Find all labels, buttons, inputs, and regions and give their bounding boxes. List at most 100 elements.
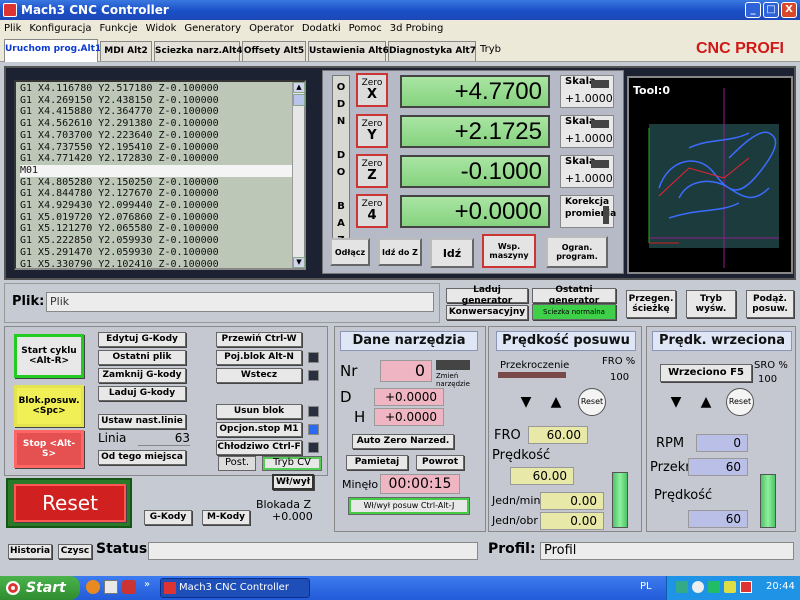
gcode-line[interactable]: M01 [20, 164, 300, 177]
reset-button[interactable]: Reset [14, 484, 126, 522]
menu-operator[interactable]: Operator [245, 23, 298, 34]
tray-icon-1[interactable] [676, 581, 688, 593]
soft-limits-button[interactable]: Ogran. program. [546, 236, 608, 268]
tool-nr-value[interactable]: 0 [380, 360, 432, 382]
tab-mdi[interactable]: MDI Alt2 [100, 41, 152, 61]
zero-y-button[interactable]: Zero Y [356, 114, 388, 148]
fro-value[interactable]: 60.00 [528, 426, 588, 444]
menu-3d-probing[interactable]: 3d Probing [386, 23, 448, 34]
tool-d-value[interactable]: +0.0000 [374, 388, 444, 406]
explorer-icon[interactable] [104, 580, 118, 594]
load-generator-button[interactable]: Laduj generator [446, 285, 528, 306]
machine-coords-button[interactable]: Wsp. maszyny [482, 234, 536, 268]
ref-home-button[interactable]: ODNDOBAZY [332, 75, 350, 263]
dro-4[interactable]: +0.0000 [400, 195, 550, 228]
minimize-button[interactable]: _ [745, 2, 761, 18]
tray-icon-5[interactable] [740, 581, 752, 593]
close-gcode-button[interactable]: Zamknij G-kody [98, 368, 186, 383]
menu-widok[interactable]: Widok [142, 23, 181, 34]
gcode-line[interactable]: G1 X4.929430 Y2.099440 Z-0.100000 [20, 200, 300, 212]
mcodes-button[interactable]: M-Kody [202, 510, 250, 525]
auto-zero-button[interactable]: Auto Zero Narzed. [352, 434, 454, 449]
regen-toolpath-button[interactable]: Przegen. ścieżkę [626, 290, 676, 318]
go-button[interactable]: Idź [430, 238, 474, 268]
scale-z[interactable]: Skala +1.0000 [560, 155, 614, 188]
gcode-line[interactable]: G1 X4.844780 Y2.127670 Z-0.100000 [20, 188, 300, 200]
quicklaunch-more-icon[interactable]: » [144, 579, 150, 590]
zero-z-button[interactable]: Zero Z [356, 154, 388, 188]
scroll-up-icon[interactable]: ▲ [293, 82, 305, 93]
firefox-icon[interactable] [86, 580, 100, 594]
gcode-line[interactable]: G1 X5.019720 Y2.076860 Z-0.100000 [20, 212, 300, 224]
offline-button[interactable]: Odłącz [330, 238, 370, 266]
zero-4-button[interactable]: Zero 4 [356, 194, 388, 228]
menu-dodatki[interactable]: Dodatki [298, 23, 345, 34]
tab-toolpath[interactable]: Sciezka narz.Alt4 [154, 41, 243, 61]
tray-icon-3[interactable] [708, 581, 720, 593]
scroll-thumb[interactable] [293, 94, 305, 106]
feed-slider[interactable] [612, 472, 628, 528]
cycle-start-button[interactable]: Start cyklu <Alt-R> [14, 334, 84, 378]
goto-z-button[interactable]: Idź do Z [378, 238, 422, 266]
spindle-speed-value[interactable]: 60 [688, 510, 748, 528]
file-field[interactable]: Plik [46, 292, 434, 312]
menu-plik[interactable]: Plik [0, 23, 25, 34]
last-generator-button[interactable]: Ostatni generator [532, 285, 616, 306]
clear-button[interactable]: Czysc [58, 544, 92, 559]
toolpath-display[interactable]: Tool:0 [627, 76, 793, 274]
normal-path-button[interactable]: Sciezka normalna [532, 304, 616, 320]
gcode-line[interactable]: G1 X5.121270 Y2.065580 Z-0.100000 [20, 223, 300, 235]
zero-x-button[interactable]: Zero X [356, 73, 388, 107]
tray-icon-2[interactable] [692, 581, 704, 593]
tool-h-value[interactable]: +0.0000 [374, 408, 444, 426]
task-mach3[interactable]: Mach3 CNC Controller [160, 578, 310, 598]
gcode-line[interactable]: G1 X5.291470 Y2.059930 Z-0.100000 [20, 247, 300, 259]
edit-gcode-button[interactable]: Edytuj G-Kody [98, 332, 186, 347]
optional-stop-button[interactable]: Opcjon.stop M1 [216, 422, 302, 437]
language-indicator[interactable]: PL [640, 581, 652, 592]
follow-feed-button[interactable]: Podąż. posuw. [746, 290, 794, 318]
feed-down-icon[interactable]: ▼ [518, 394, 534, 410]
feed-hold-button[interactable]: Blok.posuw. <Spc> [14, 385, 84, 427]
gcode-line[interactable]: G1 X4.771420 Y2.172830 Z-0.100000 [20, 153, 300, 165]
tab-diagnostics[interactable]: Diagnostyka Alt7 [388, 41, 476, 61]
spindle-down-icon[interactable]: ▼ [668, 394, 684, 410]
gcode-line[interactable]: G1 X4.116780 Y2.517180 Z-0.100000 [20, 83, 300, 95]
history-button[interactable]: Historia [8, 544, 52, 559]
remember-button[interactable]: Pamietaj [346, 455, 408, 470]
gcodes-button[interactable]: G-Kody [144, 510, 192, 525]
scroll-down-icon[interactable]: ▼ [293, 257, 305, 268]
maximize-button[interactable]: □ [763, 2, 779, 18]
menu-pomoc[interactable]: Pomoc [345, 23, 386, 34]
recent-file-button[interactable]: Ostatni plik [98, 350, 186, 365]
stop-button[interactable]: Stop <Alt-S> [14, 430, 84, 468]
set-next-line-button[interactable]: Ustaw nast.linie [98, 414, 186, 429]
feed-speed-value[interactable]: 60.00 [510, 467, 574, 485]
line-value[interactable]: 63 [138, 431, 190, 446]
spindle-slider[interactable] [760, 474, 776, 528]
rewind-button[interactable]: Przewiń Ctrl-W [216, 332, 302, 347]
menu-generatory[interactable]: Generatory [180, 23, 245, 34]
radius-correction[interactable]: Korekcja promienia [560, 195, 616, 228]
gcode-line[interactable]: G1 X4.269150 Y2.438150 Z-0.100000 [20, 95, 300, 107]
spindle-toggle-button[interactable]: Wrzeciono F5 [660, 364, 752, 382]
jog-toggle-button[interactable]: Wł/wył posuw Ctrl-Alt-J [348, 497, 470, 515]
tab-run-program[interactable]: Uruchom prog.Alt1 [4, 39, 101, 62]
close-button[interactable]: X [781, 2, 797, 18]
gcode-line[interactable]: G1 X4.703700 Y2.223640 Z-0.100000 [20, 130, 300, 142]
single-block-button[interactable]: Poj.blok Alt-N [216, 350, 302, 365]
coolant-button[interactable]: Chłodziwo Ctrl-F [216, 440, 302, 455]
gcode-line[interactable]: G1 X4.737550 Y2.195410 Z-0.100000 [20, 142, 300, 154]
gcode-line[interactable]: G1 X5.222850 Y2.059930 Z-0.100000 [20, 235, 300, 247]
menu-funkcje[interactable]: Funkcje [96, 23, 142, 34]
feed-reset-button[interactable]: Reset [578, 388, 606, 416]
conversational-button[interactable]: Konwersacyjny [446, 305, 528, 320]
menu-konfiguracja[interactable]: Konfiguracja [25, 23, 95, 34]
gcode-line[interactable]: G1 X5.330790 Y2.102410 Z-0.100000 [20, 259, 300, 268]
spindle-up-icon[interactable]: ▲ [698, 394, 714, 410]
dro-x[interactable]: +4.7700 [400, 75, 550, 108]
load-gcode-button[interactable]: Laduj G-kody [98, 386, 186, 401]
reverse-button[interactable]: Wstecz [216, 368, 302, 383]
tab-offsets[interactable]: Offsety Alt5 [242, 41, 306, 61]
return-button[interactable]: Powrot [416, 455, 464, 470]
